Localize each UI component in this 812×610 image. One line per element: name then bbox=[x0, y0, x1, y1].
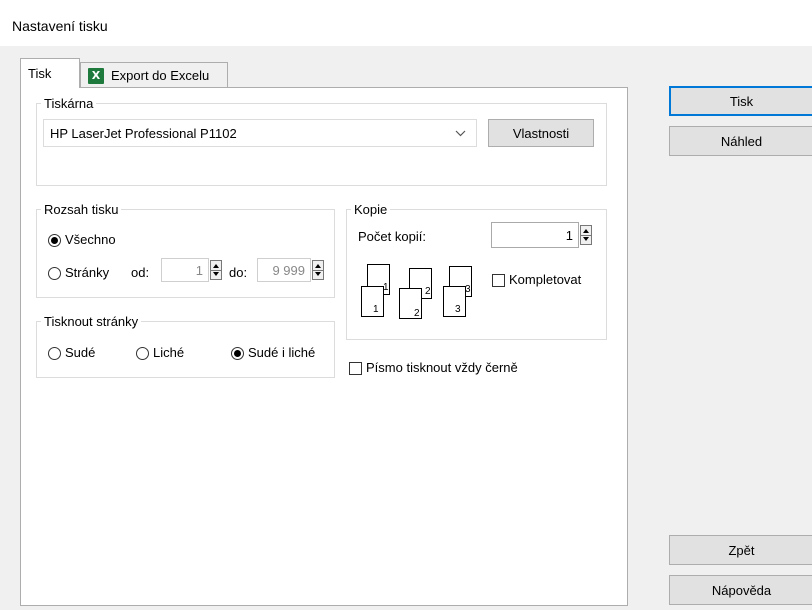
range-from-input[interactable]: 1 bbox=[161, 258, 209, 282]
pages-even-label[interactable]: Sudé bbox=[65, 345, 95, 360]
range-to-spinner[interactable] bbox=[312, 260, 324, 280]
black-text-label[interactable]: Písmo tisknout vždy černě bbox=[366, 360, 518, 375]
pages-odd-radio[interactable] bbox=[136, 347, 149, 360]
spin-up-icon bbox=[583, 229, 589, 233]
range-all-label[interactable]: Všechno bbox=[65, 232, 116, 247]
range-to-value: 9 999 bbox=[272, 262, 305, 278]
range-to-label: do: bbox=[229, 265, 248, 280]
excel-icon: X bbox=[88, 67, 104, 84]
window-title: Nastavení tisku bbox=[12, 18, 108, 34]
spin-down-icon bbox=[583, 237, 589, 241]
range-to-input[interactable]: 9 999 bbox=[257, 258, 311, 282]
collate-page-number: 3 bbox=[455, 304, 461, 315]
preview-button-label: Náhled bbox=[720, 133, 763, 149]
range-all-radio[interactable] bbox=[48, 234, 61, 247]
chevron-down-icon bbox=[455, 130, 466, 137]
print-button[interactable]: Tisk bbox=[669, 86, 812, 116]
printer-properties-label: Vlastnosti bbox=[512, 125, 570, 141]
collate-checkbox[interactable] bbox=[492, 274, 505, 287]
range-from-label: od: bbox=[131, 265, 150, 280]
collate-page-number: 1 bbox=[383, 282, 389, 293]
spin-up-icon bbox=[213, 264, 219, 268]
help-button-label: Nápověda bbox=[711, 582, 772, 598]
back-button[interactable]: Zpět bbox=[669, 535, 812, 565]
copies-group-label: Kopie bbox=[354, 202, 388, 217]
pages-even-radio[interactable] bbox=[48, 347, 61, 360]
collate-label[interactable]: Kompletovat bbox=[509, 272, 581, 287]
tab-export-excel[interactable]: X Export do Excelu bbox=[80, 62, 228, 88]
black-text-checkbox[interactable] bbox=[349, 362, 362, 375]
copies-count-value: 1 bbox=[565, 227, 573, 243]
range-pages-radio[interactable] bbox=[48, 267, 61, 280]
tab-export-label: Export do Excelu bbox=[111, 68, 210, 83]
collate-pages-icon: 1 1 2 2 3 3 bbox=[361, 264, 472, 319]
spin-down-icon bbox=[213, 272, 219, 276]
collate-page-number: 3 bbox=[465, 284, 471, 295]
printer-select[interactable]: HP LaserJet Professional P1102 bbox=[43, 119, 477, 147]
print-button-label: Tisk bbox=[729, 93, 754, 109]
copies-count-spinner[interactable] bbox=[580, 225, 592, 245]
help-button[interactable]: Nápověda bbox=[669, 575, 812, 605]
spin-down-icon bbox=[315, 272, 321, 276]
pages-both-radio[interactable] bbox=[231, 347, 244, 360]
title-bar bbox=[0, 0, 812, 46]
spin-up-icon bbox=[315, 264, 321, 268]
print-range-label: Rozsah tisku bbox=[44, 202, 119, 217]
tab-panel-print: Tiskárna HP LaserJet Professional P1102 … bbox=[20, 87, 628, 606]
print-pages-label: Tisknout stránky bbox=[44, 314, 139, 329]
copies-count-label: Počet kopií: bbox=[358, 229, 426, 244]
range-from-spinner[interactable] bbox=[210, 260, 222, 280]
collate-page-number: 2 bbox=[425, 286, 431, 297]
printer-group-label: Tiskárna bbox=[44, 96, 94, 111]
preview-button[interactable]: Náhled bbox=[669, 126, 812, 156]
tab-print-label: Tisk bbox=[28, 66, 52, 81]
print-range-group: Rozsah tisku bbox=[36, 202, 335, 298]
collate-page-number: 2 bbox=[414, 308, 420, 319]
pages-both-label[interactable]: Sudé i liché bbox=[248, 345, 315, 360]
range-pages-label[interactable]: Stránky bbox=[65, 265, 109, 280]
printer-properties-button[interactable]: Vlastnosti bbox=[488, 119, 594, 147]
copies-count-input[interactable]: 1 bbox=[491, 222, 579, 248]
tab-print[interactable]: Tisk bbox=[20, 58, 80, 88]
collate-page-number: 1 bbox=[373, 304, 379, 315]
range-from-value: 1 bbox=[195, 262, 203, 278]
back-button-label: Zpět bbox=[728, 542, 755, 558]
pages-odd-label[interactable]: Liché bbox=[153, 345, 184, 360]
printer-select-value: HP LaserJet Professional P1102 bbox=[50, 125, 237, 141]
